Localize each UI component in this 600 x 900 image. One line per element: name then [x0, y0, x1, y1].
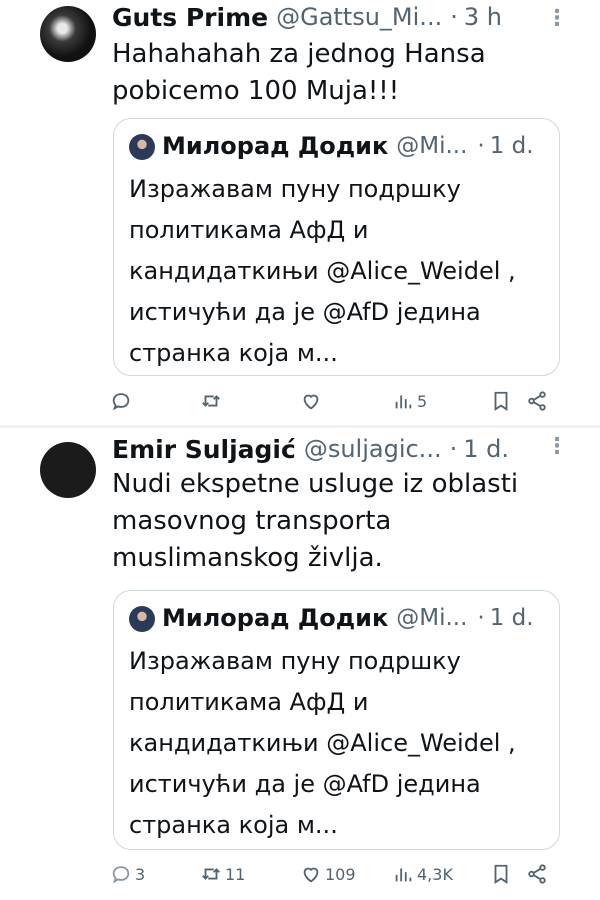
- tweet[interactable]: Guts Prime @Gattsu_Mi... · 3 h ⋮ Hahahah…: [0, 0, 600, 425]
- tweet-header: Emir Suljagić @suljagic... · 1 d.: [112, 432, 580, 466]
- like-count: 109: [325, 864, 356, 884]
- avatar[interactable]: [40, 6, 96, 62]
- reply-button[interactable]: [110, 386, 135, 416]
- tweet[interactable]: Emir Suljagić @suljagic... · 1 d. ⋮ Nudi…: [0, 428, 600, 900]
- retweet-count: 11: [225, 864, 246, 884]
- share-icon: [528, 864, 546, 884]
- views-chart-icon: [395, 868, 412, 882]
- quoted-tweet-header: Милорад Додик @Mi... · 1 d.: [162, 129, 544, 163]
- bookmark-icon: [494, 864, 508, 884]
- quoted-tweet-header: Милорад Додик @Mi... · 1 d.: [162, 601, 544, 635]
- separator-dot: ·: [477, 133, 485, 159]
- quoted-author-handle: @Mi...: [396, 133, 468, 159]
- quoted-timestamp: 1 d.: [489, 133, 534, 159]
- views-button[interactable]: 5: [392, 386, 427, 416]
- like-button[interactable]: [300, 386, 325, 416]
- reply-icon: [112, 866, 130, 884]
- retweet-icon: [202, 868, 220, 880]
- tweet-header: Guts Prime @Gattsu_Mi... · 3 h: [112, 0, 580, 34]
- bookmark-icon: [494, 391, 508, 411]
- views-button[interactable]: 4,3K: [392, 859, 453, 889]
- reply-button[interactable]: 3: [110, 859, 145, 889]
- quoted-tweet-text: Изражавам пуну подршку политикама АфД и …: [129, 647, 516, 839]
- quoted-author-handle: @Mi...: [396, 605, 468, 631]
- quoted-timestamp: 1 d.: [489, 605, 534, 631]
- views-count: 4,3K: [417, 864, 453, 884]
- quoted-tweet-text: Изражавам пуну подршку политикама АфД и …: [129, 175, 516, 367]
- quoted-tweet[interactable]: Милорад Додик @Mi... · 1 d. Изражавам пу…: [113, 590, 560, 850]
- quoted-tweet[interactable]: Милорад Додик @Mi... · 1 d. Изражавам пу…: [113, 118, 560, 376]
- action-bar: 5: [100, 386, 582, 416]
- share-button[interactable]: [526, 859, 548, 889]
- share-icon: [528, 391, 546, 411]
- views-count: 5: [417, 391, 428, 411]
- reply-count: 3: [135, 864, 146, 884]
- share-button[interactable]: [526, 386, 548, 416]
- bookmark-button[interactable]: [490, 386, 512, 416]
- separator-dot: ·: [449, 435, 458, 463]
- author-name[interactable]: Guts Prime: [112, 3, 268, 32]
- retweet-button[interactable]: 11: [200, 859, 245, 889]
- author-handle[interactable]: @Gattsu_Mi...: [276, 3, 442, 31]
- avatar[interactable]: [40, 442, 96, 498]
- bookmark-button[interactable]: [490, 859, 512, 889]
- avatar: [129, 606, 155, 632]
- action-bar: 3 11 109 4,3K: [100, 859, 582, 889]
- heart-icon: [303, 394, 319, 410]
- author-name[interactable]: Emir Suljagić: [112, 435, 296, 464]
- separator-dot: ·: [450, 3, 458, 31]
- more-options-icon[interactable]: ⋮: [546, 434, 568, 459]
- tweet-text: Nudi ekspetne usluge iz oblasti masovnog…: [112, 469, 519, 573]
- retweet-button[interactable]: [200, 386, 225, 416]
- author-handle[interactable]: @suljagic...: [304, 435, 442, 463]
- retweet-icon: [202, 395, 220, 407]
- quoted-author-name: Милорад Додик: [162, 604, 389, 632]
- views-chart-icon: [395, 395, 412, 409]
- tweet-text: Hahahahah za jednog Hansa pobicemo 100 M…: [112, 39, 486, 106]
- separator-dot: ·: [477, 605, 485, 631]
- heart-icon: [303, 867, 319, 883]
- like-button[interactable]: 109: [300, 859, 356, 889]
- more-options-icon[interactable]: ⋮: [546, 6, 568, 31]
- timestamp[interactable]: 1 d.: [463, 435, 509, 463]
- reply-icon: [112, 393, 130, 411]
- avatar: [129, 134, 155, 160]
- quoted-author-name: Милорад Додик: [162, 132, 389, 160]
- timestamp[interactable]: 3 h: [464, 3, 502, 31]
